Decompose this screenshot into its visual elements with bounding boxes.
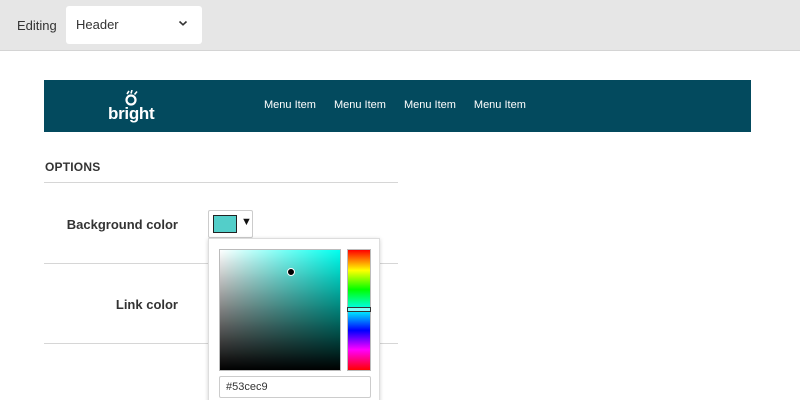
top-bar: Editing Header [0, 0, 800, 51]
hex-input[interactable] [219, 376, 371, 398]
menu-item[interactable]: Menu Item [334, 99, 386, 111]
color-picker [208, 238, 380, 400]
hue-slider[interactable] [347, 249, 371, 371]
logo-text: bright [108, 104, 155, 123]
menu-item[interactable]: Menu Item [474, 99, 526, 111]
saturation-value-area[interactable] [219, 249, 341, 371]
saturation-handle[interactable] [287, 268, 295, 276]
menu-item[interactable]: Menu Item [404, 99, 456, 111]
header-preview: bright Menu Item Menu Item Menu Item Men… [44, 80, 751, 132]
link-color-label: Link color [115, 297, 178, 312]
hue-handle[interactable] [347, 307, 371, 312]
background-color-button[interactable]: ▼ [208, 210, 253, 238]
background-color-label: Background color [66, 217, 178, 232]
color-swatch [213, 215, 237, 233]
dropdown-caret-icon: ▼ [241, 216, 252, 228]
editing-label: Editing [17, 18, 57, 33]
menu-item[interactable]: Menu Item [264, 99, 316, 111]
logo: bright [108, 90, 160, 124]
options-divider [44, 182, 398, 183]
section-select[interactable]: Header [66, 6, 202, 44]
options-title: OPTIONS [45, 160, 101, 174]
chevron-down-icon [178, 20, 188, 26]
section-select-value: Header [76, 17, 119, 32]
header-menu: Menu Item Menu Item Menu Item Menu Item [264, 99, 526, 111]
